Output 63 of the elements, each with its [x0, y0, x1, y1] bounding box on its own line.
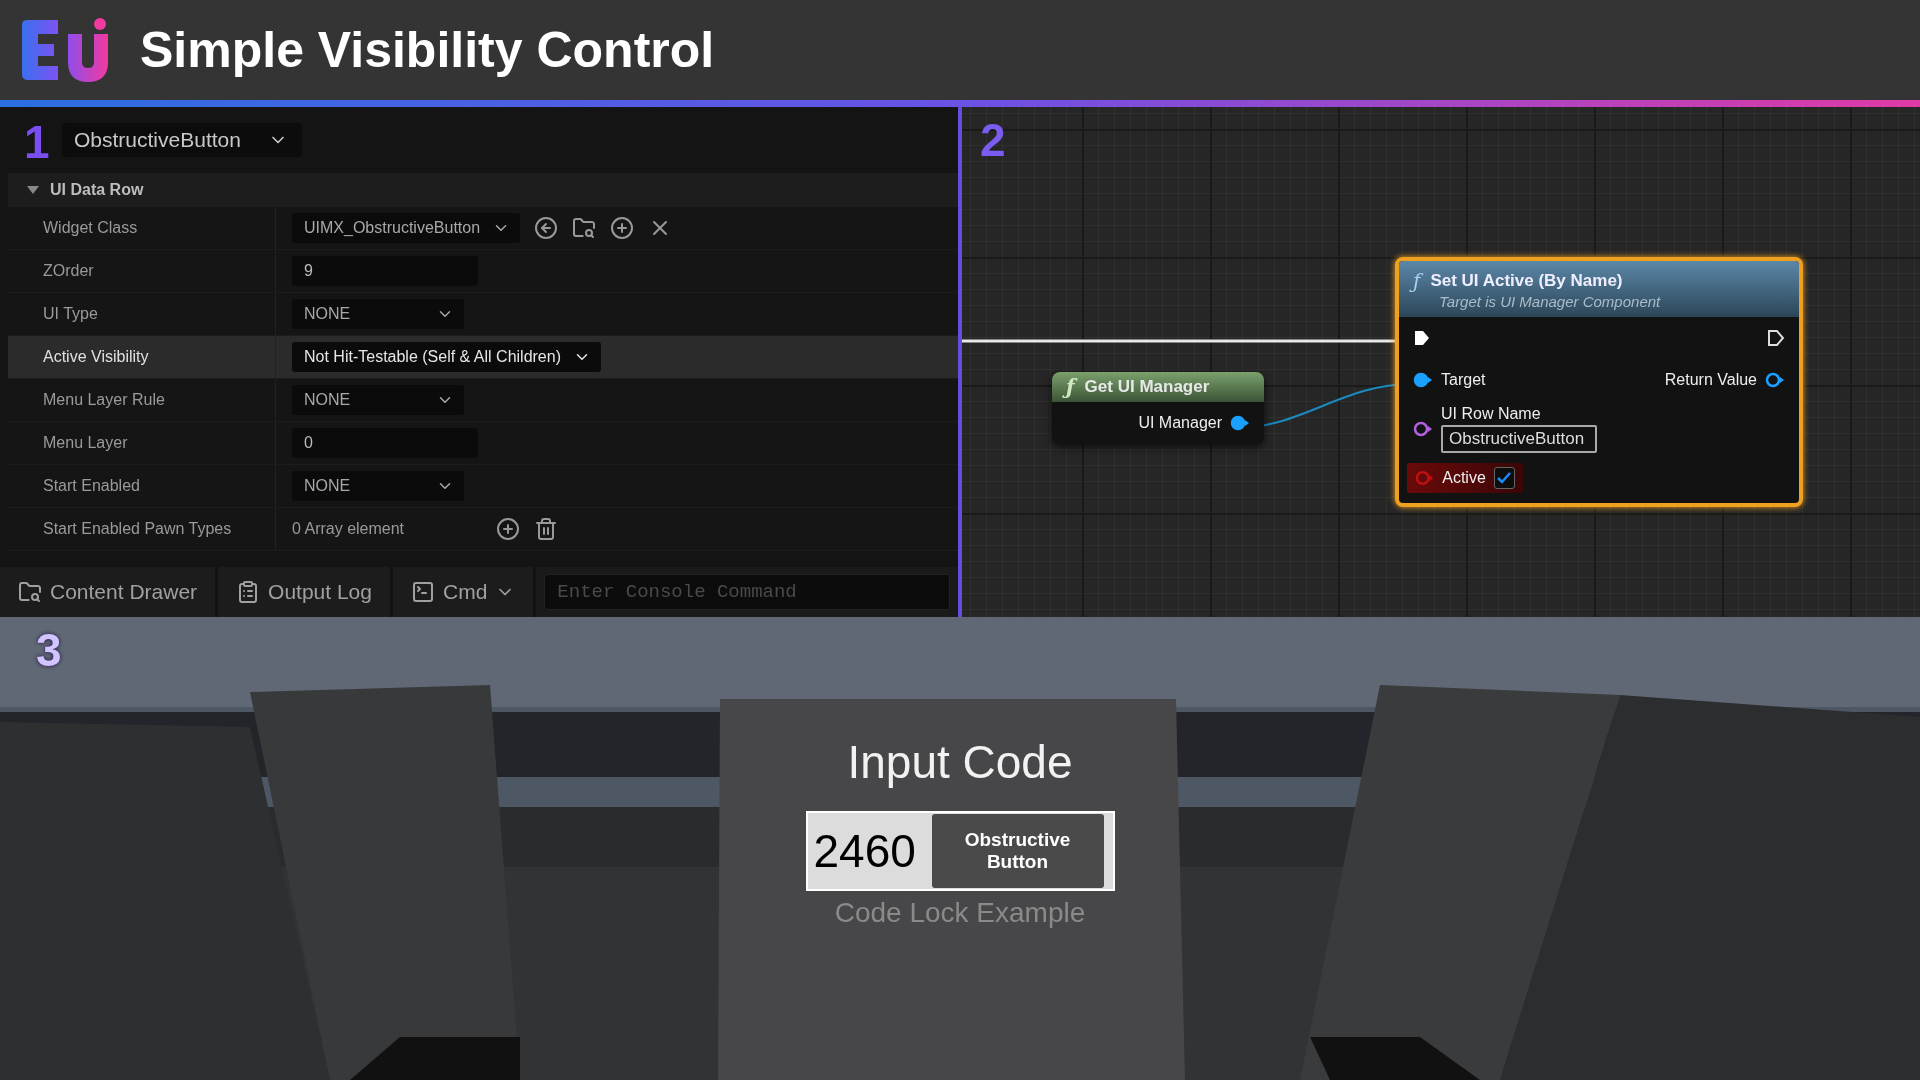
property-row[interactable]: Menu Layer 0 [8, 422, 958, 465]
property-label: Start Enabled Pawn Types [8, 508, 276, 550]
node-title: Set UI Active (By Name) [1430, 270, 1623, 291]
get-ui-manager-node[interactable]: ƒ Get UI Manager UI Manager [1052, 372, 1264, 444]
class-dropdown[interactable]: UIMX_ObstructiveButton [292, 213, 521, 243]
property-row[interactable]: UI Type NONE [8, 293, 958, 336]
browse-icon[interactable] [572, 216, 597, 240]
pin-icon[interactable] [1413, 372, 1433, 388]
pin-label: Active [1442, 469, 1486, 487]
property-row[interactable]: Active Visibility Not Hit-Testable (Self & All Children) [8, 336, 958, 379]
pin-icon[interactable] [1413, 421, 1433, 437]
row-selector[interactable]: ObstructiveButton [62, 123, 302, 157]
section-number: 2 [980, 113, 1006, 167]
pin-icon[interactable] [1765, 372, 1785, 388]
property-label: ZOrder [8, 250, 276, 292]
trash-icon[interactable] [534, 517, 558, 541]
pin-icon[interactable] [1230, 415, 1250, 431]
node-title: Get UI Manager [1084, 377, 1210, 397]
exec-pin-icon[interactable] [1767, 329, 1785, 347]
property-label: UI Type [8, 293, 276, 335]
property-row[interactable]: ZOrder 9 [8, 250, 958, 293]
category-label: UI Data Row [50, 181, 144, 199]
exec-pin-icon[interactable] [1413, 329, 1431, 347]
property-label: Menu Layer Rule [8, 379, 276, 421]
terminal-icon [411, 580, 435, 604]
property-row[interactable]: Menu Layer Rule NONE [8, 379, 958, 422]
number-field[interactable]: 0 [292, 428, 478, 458]
section-number: 1 [24, 115, 50, 169]
console-input[interactable]: Enter Console Command [544, 574, 950, 610]
node-subtitle: Target is UI Manager Component [1438, 292, 1662, 310]
pin-label: UI Row Name [1441, 405, 1542, 423]
property-label: Widget Class [8, 207, 276, 249]
value-dropdown[interactable]: NONE [292, 385, 464, 415]
check-icon [1496, 470, 1513, 486]
set-ui-active-node[interactable]: ƒ Set UI Active (By Name) Target is UI Manager Component Target Return Value UI Row Name ObstructiveButton Active [1395, 257, 1803, 507]
code-field[interactable]: 2460 Obstructive Button [805, 811, 1115, 891]
value-dropdown[interactable]: Not Hit-Testable (Self & All Children) [292, 342, 601, 372]
property-label: Start Enabled [8, 465, 276, 507]
active-checkbox[interactable] [1493, 467, 1515, 489]
dialog-title: Input Code [847, 735, 1073, 789]
property-label: Active Visibility [8, 336, 276, 378]
caption: Code Lock Example [834, 897, 1086, 929]
collapse-arrow-icon [26, 184, 40, 196]
value-dropdown[interactable]: NONE [292, 299, 464, 329]
obstructive-button[interactable]: Obstructive Button [931, 814, 1104, 888]
property-row[interactable]: Widget Class UIMX_ObstructiveButton [8, 207, 958, 250]
property-row[interactable]: Start Enabled Pawn Types 0 Array element [8, 508, 958, 551]
pin-label: UI Manager [1138, 414, 1222, 432]
add-icon[interactable] [496, 517, 520, 541]
page-title: Simple Visibility Control [140, 21, 715, 79]
section-number: 3 [36, 623, 62, 677]
value-dropdown[interactable]: NONE [292, 471, 464, 501]
use-selected-icon[interactable] [534, 216, 559, 240]
pin-label: Target [1441, 371, 1486, 389]
pin-label: Return Value [1664, 371, 1757, 389]
property-label: Menu Layer [8, 422, 276, 464]
add-icon[interactable] [610, 216, 635, 240]
row-name-field[interactable]: ObstructiveButton [1441, 425, 1597, 453]
property-row[interactable]: Start Enabled NONE [8, 465, 958, 508]
category-header[interactable]: UI Data Row [8, 173, 958, 207]
folder-icon [18, 580, 42, 604]
array-count: 0 Array element [292, 520, 406, 538]
number-field[interactable]: 9 [292, 256, 478, 286]
